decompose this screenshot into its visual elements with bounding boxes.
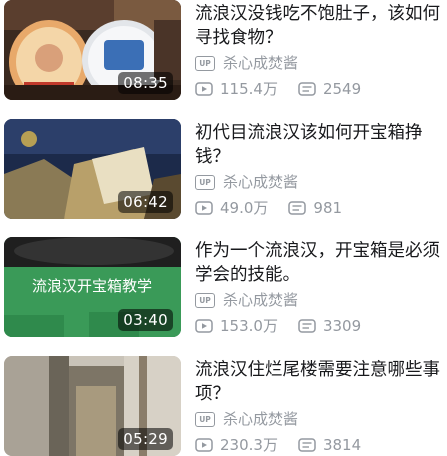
video-title[interactable]: 流浪汉住烂尾楼需要注意哪些事项？ <box>195 358 443 406</box>
view-count: 115.4万 <box>220 80 278 98</box>
video-thumbnail[interactable]: 流浪汉开宝箱教学 03:40 <box>4 237 181 337</box>
video-title[interactable]: 流浪汉没钱吃不饱肚子，该如何寻找食物？ <box>195 2 443 50</box>
danmaku-count: 3814 <box>322 436 362 454</box>
video-thumbnail[interactable]: 06:42 <box>4 119 181 219</box>
video-feed: 08:35 流浪汉没钱吃不饱肚子，该如何寻找食物？ UP 杀心成焚酱 115.4… <box>0 0 447 456</box>
up-icon: UP <box>195 411 215 427</box>
danmaku-count-icon <box>298 438 316 452</box>
play-count-icon <box>195 319 213 333</box>
play-count-icon <box>195 82 213 96</box>
danmaku-count-icon <box>298 82 316 96</box>
danmaku-count: 3309 <box>322 317 362 335</box>
video-duration: 08:35 <box>118 72 173 94</box>
author-name[interactable]: 杀心成焚酱 <box>223 290 298 310</box>
view-count: 230.3万 <box>220 436 278 454</box>
video-card[interactable]: 06:42 初代目流浪汉该如何开宝箱挣钱？ UP 杀心成焚酱 49.0万 981 <box>0 119 447 219</box>
video-title[interactable]: 初代目流浪汉该如何开宝箱挣钱？ <box>195 121 443 169</box>
stats-row: 115.4万 2549 <box>195 79 361 99</box>
stats-row: 230.3万 3814 <box>195 435 361 455</box>
author-row[interactable]: UP 杀心成焚酱 <box>195 290 298 310</box>
video-card[interactable]: 流浪汉开宝箱教学 03:40 作为一个流浪汉，开宝箱是必须学会的技能。 UP 杀… <box>0 237 447 337</box>
video-thumbnail[interactable]: 05:29 <box>4 356 181 456</box>
video-duration: 06:42 <box>118 191 173 213</box>
video-duration: 05:29 <box>118 428 173 450</box>
author-row[interactable]: UP 杀心成焚酱 <box>195 409 298 429</box>
author-name[interactable]: 杀心成焚酱 <box>223 53 298 73</box>
view-count: 49.0万 <box>220 199 269 217</box>
danmaku-count-icon <box>298 319 316 333</box>
video-thumbnail[interactable]: 08:35 <box>4 0 181 100</box>
author-name[interactable]: 杀心成焚酱 <box>223 409 298 429</box>
video-title[interactable]: 作为一个流浪汉，开宝箱是必须学会的技能。 <box>195 239 443 287</box>
up-icon: UP <box>195 174 215 190</box>
danmaku-count: 981 <box>313 199 343 217</box>
play-count-icon <box>195 201 213 215</box>
thumbnail-caption: 流浪汉开宝箱教学 <box>32 277 152 295</box>
video-card[interactable]: 08:35 流浪汉没钱吃不饱肚子，该如何寻找食物？ UP 杀心成焚酱 115.4… <box>0 0 447 100</box>
author-name[interactable]: 杀心成焚酱 <box>223 172 298 192</box>
up-icon: UP <box>195 292 215 308</box>
author-row[interactable]: UP 杀心成焚酱 <box>195 172 298 192</box>
danmaku-count: 2549 <box>322 80 362 98</box>
danmaku-count-icon <box>288 201 307 215</box>
stats-row: 153.0万 3309 <box>195 316 361 336</box>
up-icon: UP <box>195 55 215 71</box>
author-row[interactable]: UP 杀心成焚酱 <box>195 53 298 73</box>
video-card[interactable]: 05:29 流浪汉住烂尾楼需要注意哪些事项？ UP 杀心成焚酱 230.3万 3… <box>0 356 447 456</box>
stats-row: 49.0万 981 <box>195 198 342 218</box>
video-duration: 03:40 <box>118 309 173 331</box>
view-count: 153.0万 <box>220 317 278 335</box>
play-count-icon <box>195 438 213 452</box>
